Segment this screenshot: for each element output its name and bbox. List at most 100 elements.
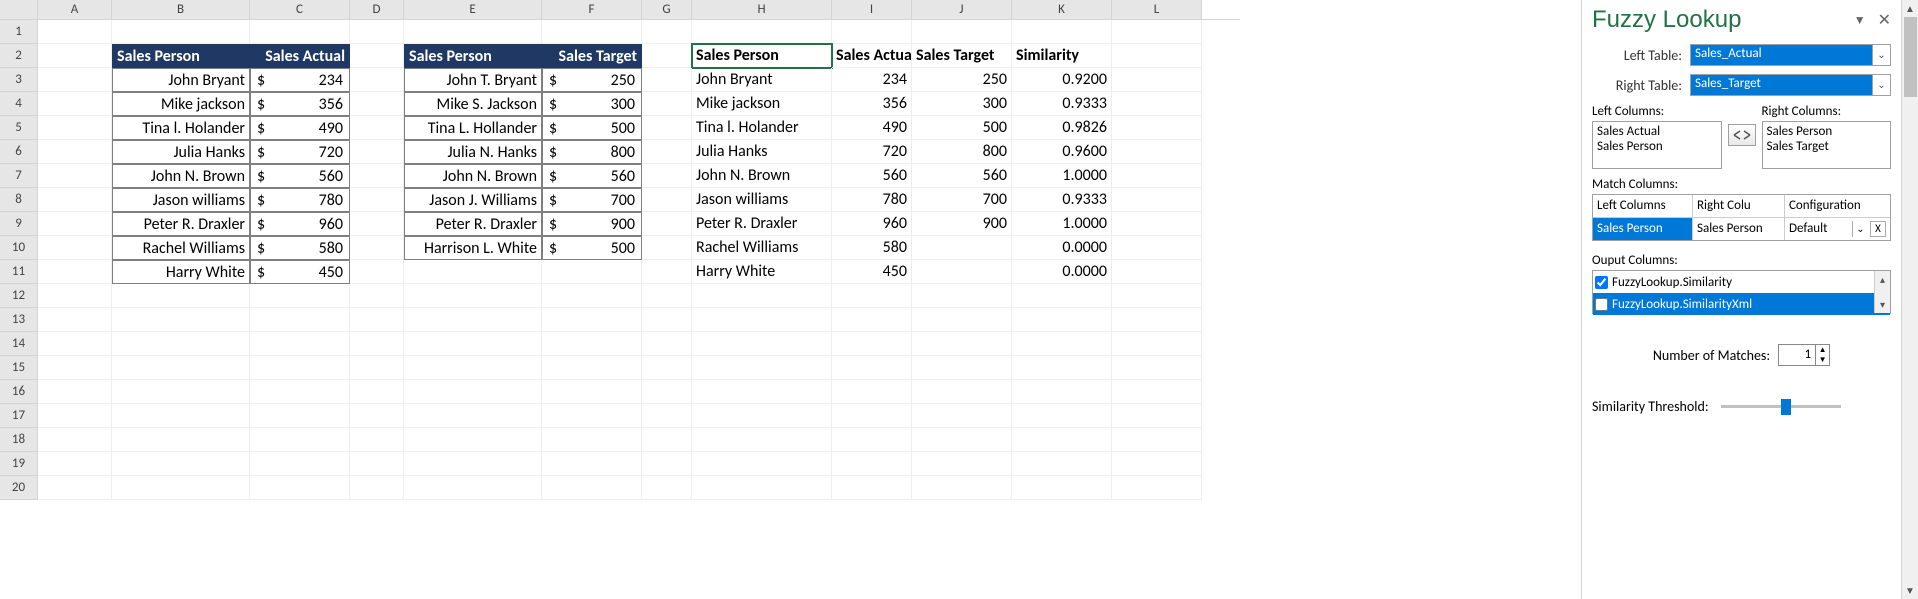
cell[interactable]: 560 [832,164,912,188]
cell[interactable]: Sales Person [692,44,832,68]
column-header[interactable]: L [1112,0,1202,19]
cell[interactable] [692,284,832,308]
cell[interactable]: Harry White [692,260,832,284]
cell[interactable] [542,284,642,308]
cell[interactable] [404,20,542,44]
similarity-threshold-slider[interactable] [1721,396,1841,416]
cell[interactable] [38,380,112,404]
cell[interactable] [1012,308,1112,332]
cell[interactable] [1112,308,1202,332]
cell[interactable] [692,452,832,476]
cell[interactable]: 700 [912,188,1012,212]
scroll-up-arrow[interactable]: ▲ [1902,0,1918,17]
cell[interactable] [404,404,542,428]
cell[interactable] [642,428,692,452]
cell[interactable] [642,236,692,260]
spinner-down-button[interactable]: ▼ [1816,355,1829,365]
cell[interactable]: Tina l. Holander [692,116,832,140]
column-header[interactable]: C [250,0,350,19]
match-head-config[interactable]: Configuration [1785,195,1890,217]
cell[interactable] [112,428,250,452]
output-checkbox[interactable] [1595,298,1608,311]
cell[interactable]: Peter R. Draxler [404,212,542,236]
column-header[interactable]: E [404,0,542,19]
cell[interactable] [912,452,1012,476]
cell[interactable]: Rachel Williams [692,236,832,260]
cell[interactable]: Sales Person [404,44,542,68]
cell[interactable] [642,476,692,500]
row-header[interactable]: 8 [0,188,38,212]
cell[interactable] [912,332,1012,356]
cell[interactable] [642,20,692,44]
cell[interactable] [404,332,542,356]
column-header[interactable]: J [912,0,1012,19]
cell[interactable] [250,332,350,356]
pane-menu-button[interactable]: ▼ [1854,13,1866,28]
cell[interactable] [38,284,112,308]
cell[interactable] [1112,44,1202,68]
number-of-matches-spinner[interactable]: 1 ▲ ▼ [1778,344,1830,366]
cell[interactable] [692,356,832,380]
cell[interactable] [250,404,350,428]
cell[interactable] [350,20,404,44]
cell[interactable]: Sales Actual [250,44,350,68]
link-columns-button[interactable] [1728,124,1756,146]
cell[interactable]: $700 [542,188,642,212]
cell[interactable] [832,428,912,452]
cell[interactable]: $356 [250,92,350,116]
listbox-item[interactable]: Sales Target [1767,139,1887,154]
cell[interactable] [250,284,350,308]
row-header[interactable]: 18 [0,428,38,452]
cell[interactable]: 250 [912,68,1012,92]
cell[interactable]: 1.0000 [1012,212,1112,236]
cell[interactable] [832,356,912,380]
cell[interactable]: Peter R. Draxler [112,212,250,236]
cell[interactable] [1012,332,1112,356]
cell[interactable]: $500 [542,236,642,260]
cell[interactable]: Jason williams [692,188,832,212]
row-header[interactable]: 12 [0,284,38,308]
cell[interactable]: 0.9200 [1012,68,1112,92]
cell[interactable]: $450 [250,260,350,284]
cell[interactable] [642,188,692,212]
output-item[interactable]: FuzzyLookup.SimilarityXml [1593,293,1890,315]
cell[interactable] [542,332,642,356]
cell[interactable] [642,44,692,68]
cell[interactable]: John N. Brown [404,164,542,188]
slider-thumb[interactable] [1781,399,1791,415]
cell[interactable]: Tina l. Holander [112,116,250,140]
scroll-down-arrow[interactable]: ▼ [1902,582,1918,599]
cell[interactable] [350,476,404,500]
row-header[interactable]: 13 [0,308,38,332]
cell[interactable] [542,428,642,452]
cell[interactable] [832,380,912,404]
cell[interactable] [542,20,642,44]
cell[interactable] [38,332,112,356]
row-header[interactable]: 20 [0,476,38,500]
row-header[interactable]: 1 [0,20,38,44]
cell[interactable]: 0.0000 [1012,236,1112,260]
cell[interactable]: 0.9826 [1012,116,1112,140]
cell[interactable]: 500 [912,116,1012,140]
cell[interactable] [350,44,404,68]
output-columns-listbox[interactable]: FuzzyLookup.SimilarityFuzzyLookup.Simila… [1592,270,1891,314]
output-checkbox[interactable] [1595,276,1608,289]
cell[interactable] [38,68,112,92]
cell[interactable]: $300 [542,92,642,116]
cell[interactable] [404,356,542,380]
cell[interactable] [38,116,112,140]
cell[interactable] [350,260,404,284]
cell[interactable] [350,164,404,188]
cell[interactable] [832,308,912,332]
right-table-combo[interactable]: Sales_Target ⌄ [1690,74,1891,96]
cell[interactable] [642,212,692,236]
cell[interactable] [1112,140,1202,164]
cell[interactable]: Sales Person [112,44,250,68]
cell[interactable] [112,476,250,500]
match-head-right[interactable]: Right Colu [1693,195,1785,217]
chevron-down-icon[interactable]: ⌄ [1872,75,1890,95]
cell[interactable]: 560 [912,164,1012,188]
cell[interactable] [1112,92,1202,116]
cell[interactable]: $560 [542,164,642,188]
cell[interactable] [1012,428,1112,452]
